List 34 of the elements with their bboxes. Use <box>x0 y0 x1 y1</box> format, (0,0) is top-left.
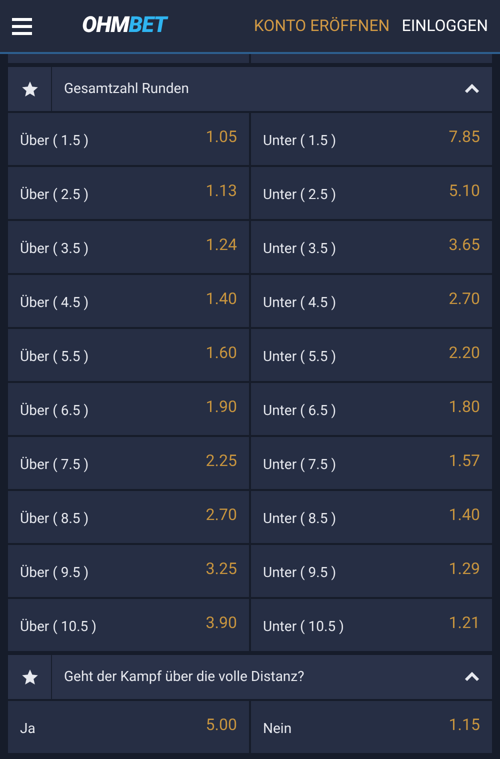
odds-button[interactable]: Über ( 8.5 ) 2.70 <box>8 491 249 543</box>
odds-button[interactable]: Über ( 3.5 ) 1.24 <box>8 221 249 273</box>
market-title: Gesamtzahl Runden <box>64 80 190 98</box>
market-title: Geht der Kampf über die volle Distanz? <box>64 668 306 686</box>
odds-button[interactable]: Unter ( 7.5 ) 1.57 <box>251 437 492 489</box>
odds-button[interactable]: Über ( 4.5 ) 1.40 <box>8 275 249 327</box>
odds-button[interactable]: Unter ( 6.5 ) 1.80 <box>251 383 492 435</box>
odds-button[interactable]: Unter ( 10.5 ) 1.21 <box>251 599 492 651</box>
odds-button[interactable]: Über ( 10.5 ) 3.90 <box>8 599 249 651</box>
odds-button[interactable]: Über ( 1.5 ) 1.05 <box>8 113 249 165</box>
logo[interactable]: OHMBET <box>82 15 167 37</box>
register-link[interactable]: KONTO ERÖFFNEN <box>254 14 390 38</box>
odds-button[interactable]: Über ( 6.5 ) 1.90 <box>8 383 249 435</box>
odds-button[interactable]: Unter ( 4.5 ) 2.70 <box>251 275 492 327</box>
odds-button[interactable]: Unter ( 8.5 ) 1.40 <box>251 491 492 543</box>
star-icon <box>20 668 38 686</box>
odds-button[interactable]: Unter ( 3.5 ) 3.65 <box>251 221 492 273</box>
odds-button[interactable]: Über ( 2.5 ) 1.13 <box>8 167 249 219</box>
odds-button[interactable]: Unter ( 1.5 ) 7.85 <box>251 113 492 165</box>
odds-button[interactable]: Unter ( 9.5 ) 1.29 <box>251 545 492 597</box>
odds-button[interactable]: Ja 5.00 <box>8 701 249 753</box>
odds-button[interactable]: Unter ( 5.5 ) 2.20 <box>251 329 492 381</box>
odds-button[interactable]: Nein 1.15 <box>251 701 492 753</box>
odds-button[interactable]: Über ( 5.5 ) 1.60 <box>8 329 249 381</box>
star-icon <box>20 80 38 98</box>
market-header[interactable]: Gesamtzahl Runden <box>8 67 492 111</box>
odds-button[interactable]: Über ( 9.5 ) 3.25 <box>8 545 249 597</box>
menu-icon[interactable] <box>12 17 32 35</box>
chevron-up-icon[interactable] <box>464 672 480 682</box>
odds-button[interactable]: Unter ( 2.5 ) 5.10 <box>251 167 492 219</box>
chevron-up-icon[interactable] <box>464 84 480 94</box>
odds-button[interactable]: Über ( 7.5 ) 2.25 <box>8 437 249 489</box>
market-header[interactable]: Geht der Kampf über die volle Distanz? <box>8 655 492 699</box>
login-link[interactable]: EINLOGGEN <box>402 14 488 38</box>
